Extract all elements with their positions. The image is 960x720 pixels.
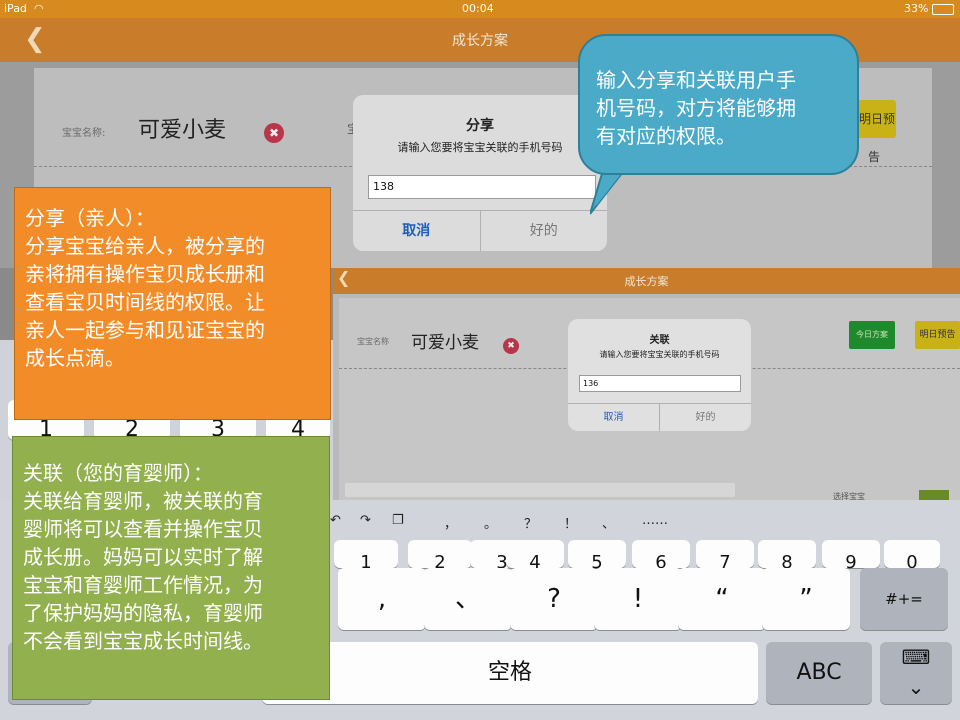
callout-line: 分享宝宝给亲人，被分享的 <box>25 234 265 258</box>
key-7[interactable]: 7 <box>696 540 754 573</box>
link-dialog: 关联 请输入您要将宝宝关联的手机号码 136 取消 好的 <box>568 319 751 431</box>
key-close-quote[interactable]: ” <box>762 568 850 630</box>
callout-line: 关联给育婴师，被关联的育 <box>23 489 263 513</box>
callout-line: 分享（亲人）： <box>25 206 155 230</box>
key-8[interactable]: 8 <box>758 540 816 573</box>
shot2-name-label: 宝宝名称 <box>357 337 389 346</box>
toolbar-punct[interactable]: ， <box>444 513 457 532</box>
shot2-nav-bar: ❮ 成长方案 <box>333 268 960 294</box>
phone-input[interactable]: 136 <box>579 375 741 392</box>
green-badge <box>919 490 949 500</box>
key-dun[interactable]: 、 <box>424 568 512 630</box>
phone-input[interactable]: 138 <box>368 175 596 199</box>
callout-line: 成长册。妈妈可以实时了解 <box>23 545 263 569</box>
key-exclaim[interactable]: ! <box>594 568 682 630</box>
callout-line: 宝宝和育婴师工作情况，为 <box>23 573 263 597</box>
callout-line: 婴师将可以查看并操作宝贝 <box>23 517 263 541</box>
space-key[interactable]: 空格 <box>262 642 758 704</box>
key-9[interactable]: 9 <box>822 540 880 573</box>
name-label: 宝宝名称: <box>62 128 106 139</box>
shot2-title: 成长方案 <box>624 275 669 288</box>
share-callout: 分享（亲人）： 分享宝宝给亲人，被分享的 亲将拥有操作宝贝成长册和 查看宝贝时间… <box>14 187 331 420</box>
callout-line: 亲将拥有操作宝贝成长册和 <box>25 262 265 286</box>
key-1[interactable]: 1 <box>334 540 398 573</box>
dialog-title: 分享 <box>466 118 494 134</box>
input-bar[interactable] <box>345 483 735 497</box>
close-circle-icon[interactable]: ✖ <box>503 338 519 354</box>
toolbar-punct[interactable]: ！ <box>564 513 577 532</box>
dialog-title: 关联 <box>649 335 670 346</box>
wifi-icon: ◠ <box>34 2 44 15</box>
paste-icon[interactable]: ❐ <box>392 513 404 528</box>
key-comma[interactable]: , <box>338 568 426 630</box>
dialog-buttons: 取消 好的 <box>568 403 751 431</box>
dialog-message: 请输入您要将宝宝关联的手机号码 <box>397 141 563 154</box>
toolbar-punct[interactable]: 。 <box>484 513 497 532</box>
redo-icon[interactable]: ↷ <box>360 513 371 528</box>
toolbar-punct[interactable]: ？ <box>524 513 537 532</box>
link-callout: 关联（您的育婴师）： 关联给育婴师，被关联的育 婴师将可以查看并操作宝贝 成长册… <box>12 436 330 700</box>
key-5[interactable]: 5 <box>568 540 626 573</box>
key-question[interactable]: ? <box>510 568 598 630</box>
status-bar: iPad ◠ 00:04 33% <box>0 0 960 18</box>
callout-line: 关联（您的育婴师）： <box>23 461 213 485</box>
callout-line: 查看宝贝时间线的权限。让 <box>25 290 265 314</box>
cancel-button[interactable]: 取消 <box>353 211 481 251</box>
key-0[interactable]: 0 <box>884 540 940 573</box>
cancel-button[interactable]: 取消 <box>568 404 660 431</box>
close-circle-icon[interactable]: ✖ <box>264 123 284 143</box>
abc-key[interactable]: ABC <box>766 642 872 704</box>
ok-button[interactable]: 好的 <box>481 211 608 251</box>
battery-icon <box>932 4 954 15</box>
key-6[interactable]: 6 <box>632 540 690 573</box>
ok-button[interactable]: 好的 <box>660 404 751 431</box>
toolbar-punct[interactable]: …… <box>642 513 668 528</box>
bubble-line: 机号码，对方将能够拥 <box>596 96 796 120</box>
info-bubble: 输入分享和关联用户手 机号码，对方将能够拥 有对应的权限。 <box>578 34 859 175</box>
battery-percent: 33% <box>904 2 929 15</box>
clock: 00:04 <box>462 2 494 15</box>
callout-line: 亲人一起参与和见证宝宝的 <box>25 318 265 342</box>
callout-line: 成长点滴。 <box>25 346 125 370</box>
toolbar-punct[interactable]: 、 <box>602 513 615 532</box>
undo-icon[interactable]: ↶ <box>330 513 341 528</box>
baby-name: 可爱小麦 <box>138 118 227 143</box>
share-dialog: 分享 请输入您要将宝宝关联的手机号码 138 取消 好的 <box>353 95 607 251</box>
shot2-baby-name: 可爱小麦 <box>411 333 479 353</box>
key-open-quote[interactable]: “ <box>678 568 766 630</box>
tomorrow-button[interactable]: 明日预告 <box>915 321 960 349</box>
callout-line: 不会看到宝宝成长时间线。 <box>23 629 263 653</box>
symbols-key[interactable]: #+= <box>860 568 948 630</box>
bubble-line: 输入分享和关联用户手 <box>596 68 796 92</box>
device-label: iPad <box>4 2 27 15</box>
keyboard-dismiss-icon[interactable]: ⌨ ⌄ <box>880 642 952 704</box>
callout-line: 了保护妈妈的隐私，育婴师 <box>23 601 263 625</box>
dialog-buttons: 取消 好的 <box>353 210 607 251</box>
key-4[interactable]: 4 <box>506 540 564 573</box>
dialog-message: 请输入您要将宝宝关联的手机号码 <box>599 350 720 359</box>
bubble-line: 有对应的权限。 <box>596 124 736 148</box>
today-plan-button[interactable]: 今日方案 <box>849 321 895 349</box>
key-2[interactable]: 2 <box>408 540 472 573</box>
